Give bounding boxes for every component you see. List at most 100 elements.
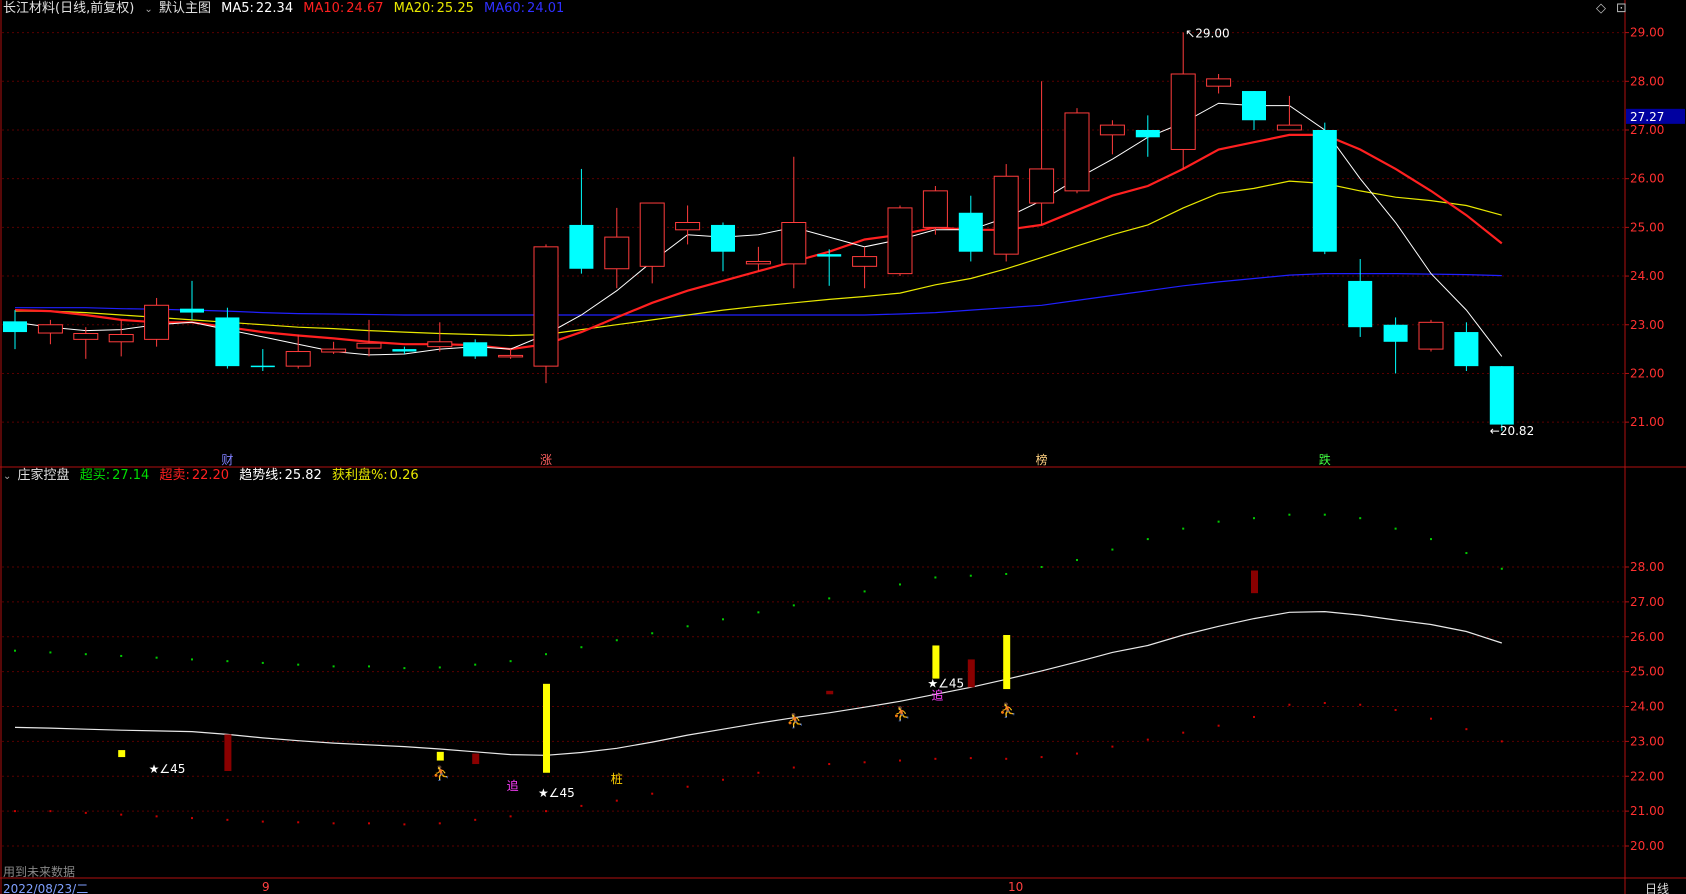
oversold-dot [686, 785, 689, 788]
oversold-dot [1005, 757, 1008, 760]
overbought-dot [1217, 520, 1220, 523]
chevron-down-icon[interactable]: ⌄ [3, 471, 11, 482]
overbought-dot [969, 574, 972, 577]
ma20-value: 25.25 [436, 1, 474, 16]
overbought-dot [757, 611, 760, 614]
overbought-dot [615, 639, 618, 642]
oversold-dot [1253, 715, 1255, 718]
candle-body-up [675, 222, 701, 231]
oversold-dot [1430, 717, 1432, 720]
oversold-dot [969, 757, 972, 760]
sub-axis-label: 23.00 [1630, 734, 1664, 748]
overbought-dot [155, 656, 158, 659]
candle-body-up [321, 348, 347, 353]
price-axis-label: 29.00 [1630, 26, 1664, 40]
candle-body-up [427, 341, 453, 348]
overbought-dot [1500, 567, 1503, 570]
oversold-dot [1111, 745, 1114, 748]
oversold-dot [545, 810, 547, 813]
oversold-dot [261, 820, 264, 823]
event-marker-label: 财 [221, 453, 233, 467]
low-price-label: ←20.82 [1490, 424, 1534, 438]
cursor-date: 2022/08/23/二 [3, 882, 89, 894]
candle-body-down [1135, 129, 1160, 138]
star-angle-label: ★∠45 [538, 786, 575, 800]
oversold-dot [84, 811, 87, 814]
main-chart-label[interactable]: 默认主图 [159, 1, 211, 16]
candle-body-up [108, 333, 134, 343]
stock-title[interactable]: 长江材料(日线,前复权) [3, 1, 134, 16]
diamond-icon[interactable]: ◇ [1596, 1, 1606, 16]
oversold-dot [1394, 708, 1397, 711]
event-marker-label: 跌 [1319, 452, 1331, 467]
kline-chart-canvas[interactable]: 29.00 28.00 27.00 26.00 25.00 24.00 23.00 22.00… [0, 0, 1686, 894]
oversold-dot [899, 759, 901, 762]
candle-body-down [215, 317, 240, 367]
period-label[interactable]: 日线 [1645, 880, 1669, 894]
trendline-value: 25.82 [284, 468, 322, 483]
oversold-dot [863, 761, 866, 764]
overbought-dot [368, 665, 370, 668]
indicator-name[interactable]: 庄家控盘 [18, 468, 70, 483]
candle-body-up [745, 260, 771, 265]
candle-body-down [1489, 366, 1514, 425]
oversold-dot [14, 810, 16, 813]
event-marker-label: 涨 [540, 452, 552, 467]
oversold-dot [49, 810, 52, 813]
sub-axis-label: 25.00 [1630, 665, 1664, 679]
candle-body-down [569, 224, 594, 269]
candle-body-down [1348, 280, 1373, 328]
overbought-dot [509, 660, 512, 663]
trend-line [14, 610, 1502, 756]
oversold-dot [1146, 738, 1149, 741]
overbought-dot [120, 654, 123, 657]
restore-icon[interactable]: ⊡ [1616, 1, 1627, 16]
overbought-dot [545, 653, 547, 656]
oversold-dot [1359, 703, 1362, 706]
overbought-dot [686, 625, 689, 628]
candle-body-up [356, 342, 382, 349]
chase-label: 追 [507, 778, 519, 793]
price-axis-label: 27.00 [1630, 123, 1664, 137]
trendline-label: 趋势线: [239, 468, 283, 483]
oversold-dot [474, 818, 477, 821]
overbought-dot [297, 663, 300, 666]
runner-icon: ⛹ [893, 705, 910, 723]
overbought-dot [934, 576, 937, 579]
month-label-9: 9 [262, 880, 270, 894]
candle-body-up [993, 175, 1019, 255]
control-bar-yellow [1003, 635, 1011, 690]
price-axis-label: 26.00 [1630, 172, 1664, 186]
candle-body-down [250, 365, 275, 368]
overbought-dot [191, 658, 193, 661]
oversold-dot [438, 822, 441, 825]
chevron-down-icon[interactable]: ⌄ [144, 4, 152, 15]
oversold-dot [615, 799, 618, 802]
overbought-dot [84, 653, 87, 656]
oversold-value: 22.20 [191, 468, 230, 483]
sub-axis-label: 21.00 [1630, 804, 1664, 818]
candle-body-down [3, 321, 27, 333]
overbought-dot [49, 651, 52, 654]
oversold-dot [226, 818, 229, 821]
overbought-dot [1076, 559, 1078, 562]
control-bar-red [1251, 570, 1258, 594]
oversold-dot [792, 766, 795, 769]
candle-body-up [1418, 321, 1444, 350]
candle-body-down [958, 212, 983, 252]
ma10-line [14, 133, 1503, 351]
oversold-dot [368, 822, 370, 825]
oversold-dot [1323, 702, 1326, 705]
ma5-value: 22.34 [255, 1, 294, 16]
candle-body-up [144, 304, 170, 340]
overbought-dot [1040, 566, 1043, 568]
oversold-dot [403, 823, 406, 826]
sub-axis-label: 28.00 [1630, 560, 1664, 574]
sub-chart-header: ⌄ 庄家控盘 超买: 27.14 超卖: 22.20 趋势线: 25.82 获利盘%:… [3, 467, 425, 485]
ma5-label: MA5: [221, 1, 254, 16]
price-axis-label: 22.00 [1630, 366, 1664, 380]
future-data-note: 用到未来数据 [3, 865, 76, 879]
overbought-dot [863, 590, 866, 593]
candle-body-up [639, 202, 665, 267]
price-axis-label: 24.00 [1630, 269, 1664, 283]
